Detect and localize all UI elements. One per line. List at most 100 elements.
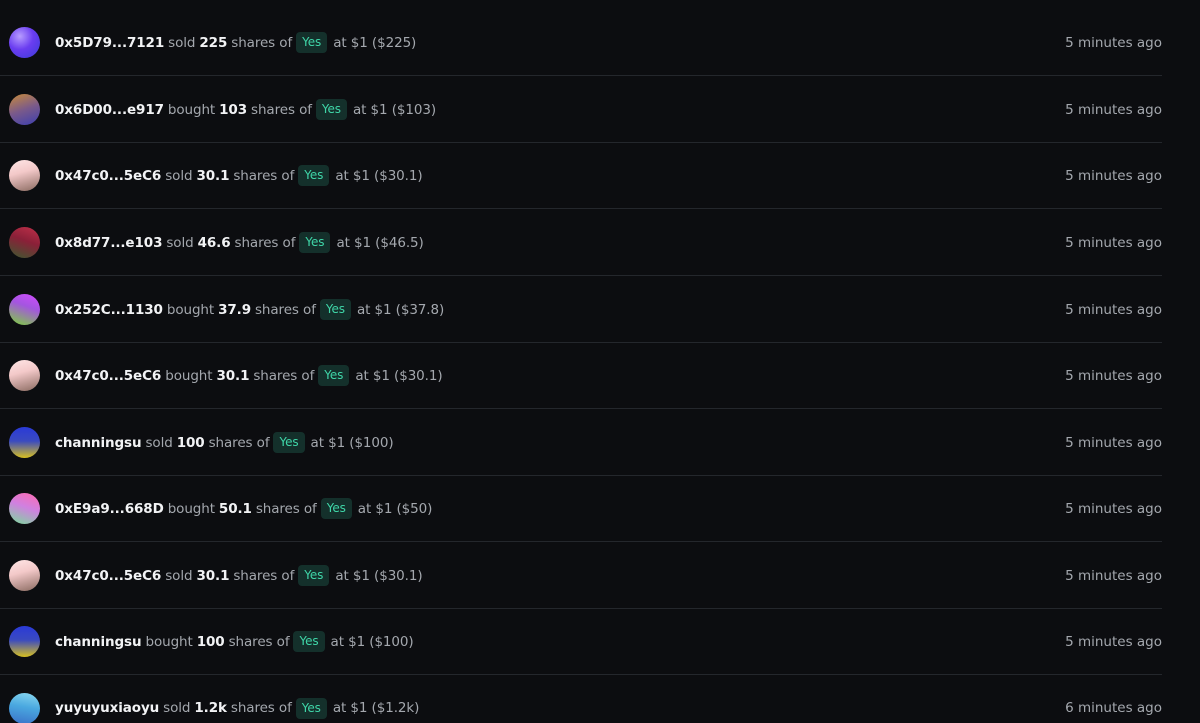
share-amount: 225 [199,34,228,51]
trade-text: 0x47c0...5eC6 sold 30.1 shares of Yes at… [55,565,423,586]
outcome-badge: Yes [299,232,331,253]
trade-row: 0x47c0...5eC6 sold 30.1 shares of Yes at… [0,543,1162,609]
trade-action: bought [166,301,215,318]
share-amount: 37.9 [218,301,251,318]
trade-price: at $1 ($225) [333,34,417,51]
trade-price: at $1 ($103) [352,101,436,118]
user-avatar[interactable] [9,692,40,723]
trade-time: 5 minutes ago [1065,567,1162,584]
trade-row: yuyuyuxiaoyu sold 1.2k shares of Yes at … [0,675,1162,723]
outcome-badge: Yes [298,165,330,186]
trade-time: 5 minutes ago [1065,434,1162,451]
share-amount: 30.1 [196,167,230,184]
user-name-link[interactable]: 0x5D79...7121 [55,35,164,51]
shares-of-label: shares of [208,434,270,451]
user-avatar[interactable] [9,294,40,325]
outcome-badge: Yes [295,697,327,719]
user-avatar[interactable] [9,626,40,657]
trade-time: 5 minutes ago [1065,234,1162,251]
trade-action: bought [145,633,193,650]
trade-action: bought [167,500,215,517]
trade-time: 5 minutes ago [1065,34,1162,51]
user-name-link[interactable]: yuyuyuxiaoyu [55,700,159,716]
trade-time: 5 minutes ago [1065,633,1162,650]
trade-price: at $1 ($46.5) [336,234,424,251]
trade-text: yuyuyuxiaoyu sold 1.2k shares of Yes at … [55,697,420,719]
trade-action: sold [166,234,194,251]
trade-row: 0x8d77...e103 sold 46.6 shares of Yes at… [0,210,1162,276]
trade-text: 0x47c0...5eC6 sold 30.1 shares of Yes at… [55,165,423,186]
outcome-badge: Yes [293,631,325,652]
trade-row: 0x6D00...e917 bought 103 shares of Yes a… [0,77,1162,143]
trade-time: 5 minutes ago [1065,500,1162,517]
user-name-link[interactable]: 0x47c0...5eC6 [55,368,161,384]
trade-price: at $1 ($100) [330,633,414,650]
activity-feed: 0x5D79...7121 sold 225 shares of Yes at … [0,0,1200,723]
trade-action: sold [145,434,173,451]
trade-text: channingsu bought 100 shares of Yes at $… [55,631,414,652]
shares-of-label: shares of [233,567,295,584]
trade-price: at $1 ($30.1) [355,367,443,384]
outcome-badge: Yes [319,299,351,320]
shares-of-label: shares of [230,700,292,716]
trade-row: channingsu bought 100 shares of Yes at $… [0,609,1162,675]
trade-price: at $1 ($37.8) [356,301,445,318]
share-amount: 103 [219,101,248,118]
trade-row: channingsu sold 100 shares of Yes at $1 … [0,410,1162,476]
outcome-badge: Yes [296,32,328,53]
shares-of-label: shares of [233,167,295,184]
trade-text: 0x8d77...e103 sold 46.6 shares of Yes at… [55,232,424,253]
trade-time: 5 minutes ago [1065,301,1162,318]
user-name-link[interactable]: 0x252C...1130 [55,302,163,318]
trade-row: 0x47c0...5eC6 bought 30.1 shares of Yes … [0,343,1162,409]
user-name-link[interactable]: 0x47c0...5eC6 [55,168,161,184]
trade-price: at $1 ($100) [310,434,394,451]
trade-price: at $1 ($1.2k) [332,700,420,716]
share-amount: 100 [196,633,225,650]
share-amount: 50.1 [218,500,252,517]
shares-of-label: shares of [255,500,317,517]
outcome-badge: Yes [273,432,305,453]
trade-time: 5 minutes ago [1065,367,1162,384]
trade-price: at $1 ($50) [357,500,433,517]
trade-row: 0x47c0...5eC6 sold 30.1 shares of Yes at… [0,143,1162,209]
trade-text: 0x5D79...7121 sold 225 shares of Yes at … [55,32,416,53]
user-avatar[interactable] [9,560,40,591]
user-avatar[interactable] [9,160,40,191]
user-name-link[interactable]: channingsu [55,435,142,451]
trade-action: bought [165,367,213,384]
user-name-link[interactable]: 0x47c0...5eC6 [55,568,161,584]
trade-text: 0x6D00...e917 bought 103 shares of Yes a… [55,99,436,120]
trade-action: sold [168,34,196,51]
trade-time: 5 minutes ago [1065,167,1162,184]
trade-text: 0xE9a9...668D bought 50.1 shares of Yes … [55,498,432,519]
user-name-link[interactable]: 0x8d77...e103 [55,235,162,251]
trade-row: 0x5D79...7121 sold 225 shares of Yes at … [0,10,1162,76]
user-name-link[interactable]: channingsu [55,634,142,650]
user-avatar[interactable] [9,227,40,258]
user-avatar[interactable] [9,427,40,458]
trade-price: at $1 ($30.1) [335,567,423,584]
trade-action: bought [167,101,216,118]
outcome-badge: Yes [318,365,350,386]
share-amount: 46.6 [197,234,231,251]
user-avatar[interactable] [9,94,40,125]
share-amount: 30.1 [216,367,250,384]
trade-row: 0x252C...1130 bought 37.9 shares of Yes … [0,277,1162,343]
trade-text: 0x47c0...5eC6 bought 30.1 shares of Yes … [55,365,443,386]
user-name-link[interactable]: 0xE9a9...668D [55,501,164,517]
user-avatar[interactable] [9,493,40,524]
shares-of-label: shares of [253,367,315,384]
trade-row: 0xE9a9...668D bought 50.1 shares of Yes … [0,476,1162,542]
trade-text: 0x252C...1130 bought 37.9 shares of Yes … [55,299,444,320]
user-avatar[interactable] [9,360,40,391]
shares-of-label: shares of [251,101,312,118]
user-avatar[interactable] [9,27,40,58]
outcome-badge: Yes [298,565,330,586]
trade-action: sold [163,700,191,716]
trade-action: sold [165,567,193,584]
user-name-link[interactable]: 0x6D00...e917 [55,102,164,118]
shares-of-label: shares of [231,34,293,51]
outcome-badge: Yes [320,498,352,519]
trade-time: 5 minutes ago [1065,101,1162,118]
